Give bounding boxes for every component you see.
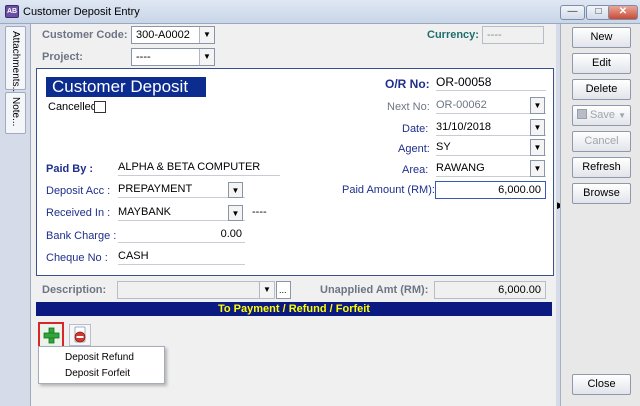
area-label: Area: bbox=[402, 164, 429, 176]
deposit-acc-label: Deposit Acc : bbox=[46, 185, 111, 197]
unapplied-label: Unapplied Amt (RM): bbox=[320, 284, 429, 296]
paid-amount-label: Paid Amount (RM): bbox=[342, 184, 435, 196]
minimize-button[interactable]: — bbox=[560, 5, 585, 20]
calendar-dropdown-icon[interactable]: ▼ bbox=[530, 119, 545, 136]
close-window-button[interactable]: ✕ bbox=[608, 5, 638, 20]
received-in-extra: ---- bbox=[252, 206, 267, 218]
or-no-label: O/R No: bbox=[385, 77, 430, 91]
tab-note-label: Note... bbox=[10, 97, 21, 127]
received-in-value[interactable]: MAYBANK bbox=[118, 203, 245, 221]
description-label: Description: bbox=[42, 284, 107, 296]
date-label: Date: bbox=[402, 123, 429, 135]
menu-item-deposit-forfeit[interactable]: Deposit Forfeit bbox=[65, 368, 130, 379]
app-icon: AB bbox=[5, 5, 19, 18]
description-select[interactable]: ▼ bbox=[117, 281, 275, 299]
customer-code-label: Customer Code: bbox=[42, 29, 128, 41]
bank-charge-value[interactable]: 0.00 bbox=[118, 225, 245, 243]
chevron-down-icon[interactable]: ▼ bbox=[530, 160, 545, 177]
panel-title: Customer Deposit bbox=[46, 77, 206, 97]
tab-attachments[interactable]: Attachments... bbox=[5, 26, 26, 95]
cancelled-label: Cancelled bbox=[48, 101, 97, 113]
cancel-button[interactable]: Cancel bbox=[572, 131, 631, 152]
chevron-down-icon[interactable]: ▼ bbox=[530, 97, 545, 114]
add-popup-menu: Deposit Refund Deposit Forfeit bbox=[38, 346, 165, 384]
delete-button[interactable]: Delete bbox=[572, 79, 631, 100]
chevron-down-icon[interactable]: ▼ bbox=[530, 139, 545, 156]
edit-button[interactable]: Edit bbox=[572, 53, 631, 74]
currency-label: Currency: bbox=[427, 29, 479, 41]
chevron-down-icon[interactable]: ▼ bbox=[259, 282, 274, 298]
or-no-value[interactable]: OR-00058 bbox=[436, 73, 546, 91]
chevron-down-icon[interactable]: ▼ bbox=[199, 49, 214, 65]
deposit-acc-value[interactable]: PREPAYMENT bbox=[118, 180, 245, 198]
cancelled-checkbox[interactable] bbox=[94, 101, 106, 113]
cheque-no-value[interactable]: CASH bbox=[118, 247, 245, 265]
next-no-label: Next No: bbox=[387, 101, 430, 113]
save-button[interactable]: Save ▼ bbox=[572, 105, 631, 126]
new-button[interactable]: New bbox=[572, 27, 631, 48]
minus-circle-icon bbox=[74, 326, 86, 343]
description-ellipsis-button[interactable]: ... bbox=[276, 281, 291, 299]
browse-button[interactable]: Browse bbox=[572, 183, 631, 204]
close-button[interactable]: Close bbox=[572, 374, 631, 395]
remove-button[interactable] bbox=[69, 324, 91, 346]
action-panel: New Edit Delete Save ▼ Cancel Refresh Br… bbox=[560, 24, 640, 406]
unapplied-value: 6,000.00 bbox=[434, 281, 546, 299]
bank-charge-label: Bank Charge : bbox=[46, 230, 117, 242]
save-icon bbox=[576, 109, 587, 119]
paid-amount-input[interactable]: 6,000.00 bbox=[435, 181, 546, 199]
cheque-no-label: Cheque No : bbox=[46, 252, 108, 264]
project-select[interactable]: ---- ▼ bbox=[131, 48, 215, 66]
menu-item-deposit-refund[interactable]: Deposit Refund bbox=[65, 352, 134, 363]
customer-code-value: 300-A0002 bbox=[136, 29, 190, 41]
chevron-down-icon[interactable]: ▼ bbox=[199, 27, 214, 43]
paid-by-label: Paid By : bbox=[46, 163, 94, 175]
currency-field: ---- bbox=[482, 26, 544, 44]
agent-label: Agent: bbox=[398, 143, 430, 155]
refresh-button[interactable]: Refresh bbox=[572, 157, 631, 178]
payment-refund-forfeit-bar: To Payment / Refund / Forfeit bbox=[36, 302, 552, 316]
chevron-down-icon[interactable]: ▼ bbox=[228, 205, 243, 221]
project-value: ---- bbox=[136, 51, 151, 63]
customer-code-select[interactable]: 300-A0002 ▼ bbox=[131, 26, 215, 44]
window-title: Customer Deposit Entry bbox=[23, 6, 140, 18]
tab-note[interactable]: Note... bbox=[5, 92, 26, 134]
side-tabs: Attachments... Note... bbox=[2, 26, 26, 406]
tab-attachments-label: Attachments... bbox=[10, 31, 21, 95]
title-bar: AB Customer Deposit Entry — □ ✕ bbox=[0, 0, 640, 24]
project-label: Project: bbox=[42, 51, 83, 63]
add-button[interactable] bbox=[38, 322, 64, 348]
received-in-label: Received In : bbox=[46, 207, 111, 219]
plus-icon bbox=[43, 327, 60, 344]
chevron-down-icon[interactable]: ▼ bbox=[228, 182, 243, 198]
paid-by-value[interactable]: ALPHA & BETA COMPUTER bbox=[118, 158, 280, 176]
